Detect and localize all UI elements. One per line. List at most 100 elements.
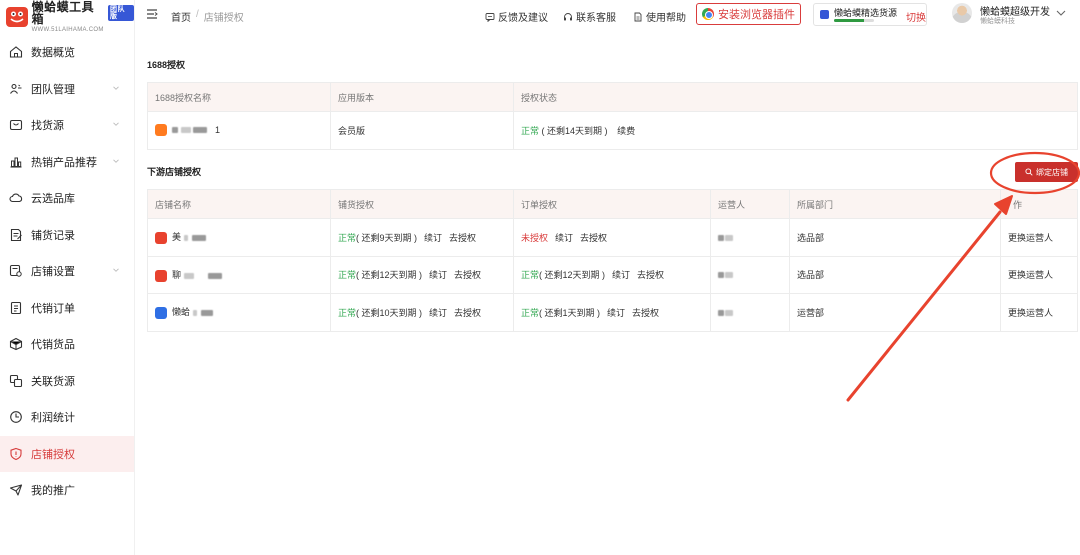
chevron-down-icon [113, 85, 119, 90]
support-link[interactable]: 联系客服 [563, 9, 616, 24]
col-header: 1688授权名称 [147, 82, 331, 112]
source-switch-button[interactable]: 切换 [906, 9, 926, 24]
order-auth-cell: 未授权 续订 去授权 [513, 218, 711, 257]
listing-note: ( 还剩9天到期 ) [356, 232, 418, 243]
sidebar-item-label: 找货源 [31, 120, 64, 133]
sidebar-item[interactable]: 我的推广 [0, 472, 134, 509]
search-icon [1025, 168, 1033, 176]
dept-cell: 选品部 [789, 218, 1001, 257]
listing-status: 正常 [338, 232, 357, 243]
renew-fee-link[interactable]: 续费 [617, 126, 635, 136]
promo-icon [9, 483, 23, 497]
chevron-down-icon[interactable] [1056, 9, 1066, 17]
dept-cell: 选品部 [789, 255, 1001, 294]
breadcrumb-separator: / [196, 9, 199, 20]
install-extension-button[interactable]: 安装浏览器插件 [696, 3, 801, 25]
source-progress-fill [834, 19, 864, 22]
sidebar-item[interactable]: 店铺授权 [0, 435, 134, 472]
sidebar-item[interactable]: 团队管理 [0, 71, 134, 108]
sidebar-item[interactable]: 找货源 [0, 107, 134, 144]
breadcrumb: 首页 / 店铺授权 [171, 9, 244, 24]
sidebar: 懒蛤蟆工具箱 团队版 WWW.51LAIHAMA.COM 数据概览 团队管理找货源热… [0, 0, 135, 555]
authorize-link[interactable]: 去授权 [454, 308, 481, 318]
listing-status: 正常 [338, 270, 357, 281]
source-name: 懒蛤蟆精选货源 [834, 8, 898, 18]
sidebar-item[interactable]: 利润统计 [0, 399, 134, 436]
chart-icon [9, 155, 23, 169]
auth1688-version: 会员版 [330, 111, 514, 150]
shop-icon [155, 232, 167, 245]
order-status: 未授权 [521, 232, 549, 243]
masked-text [208, 272, 223, 279]
shop-name-prefix: 美 [172, 232, 182, 243]
authorize-link[interactable]: 去授权 [580, 233, 607, 243]
renew-link[interactable]: 续订 [612, 270, 630, 280]
feedback-link[interactable]: 反馈及建议 [485, 9, 548, 24]
auth1688-name-suffix: 1 [215, 124, 221, 135]
shop-name-cell: 懒蛤 [147, 293, 331, 332]
app-root: 懒蛤蟆工具箱 团队版 WWW.51LAIHAMA.COM 数据概览 团队管理找货源热… [0, 0, 1080, 555]
source-selector[interactable]: 懒蛤蟆精选货源 切换 [813, 3, 927, 26]
menu-toggle-icon[interactable] [146, 8, 158, 20]
settings-icon [9, 264, 23, 278]
feedback-label: 反馈及建议 [498, 13, 548, 24]
change-operator-link[interactable]: 更换运营人 [1000, 255, 1078, 294]
sidebar-item-label: 云选品库 [31, 193, 75, 206]
shop-name-cell: 美 [147, 218, 331, 257]
authorize-link[interactable]: 去授权 [449, 233, 476, 243]
listing-auth-cell: 正常( 还剩12天到期 ) 续订 去授权 [330, 255, 514, 294]
avatar[interactable] [952, 3, 972, 23]
listing-note: ( 还剩12天到期 ) [356, 270, 423, 281]
bind-shop-button[interactable]: 绑定店铺 [1015, 162, 1078, 182]
authorize-link[interactable]: 去授权 [454, 270, 481, 280]
masked-text [718, 309, 724, 316]
table-row: 1 会员版 正常 ( 还剩14天到期 ) 续费 [147, 111, 1078, 150]
operator-cell [710, 218, 790, 257]
sidebar-item-label: 铺货记录 [31, 229, 75, 242]
renew-link[interactable]: 续订 [555, 233, 573, 243]
feedback-icon [485, 12, 495, 22]
sidebar-item-label: 利润统计 [31, 412, 75, 425]
table-row: 美正常( 还剩9天到期 ) 续订 去授权 未授权 续订 去授权 选品部 更换运营人 [147, 218, 1078, 257]
authorize-link[interactable]: 去授权 [632, 308, 659, 318]
renew-link[interactable]: 续订 [424, 233, 442, 243]
order-auth-cell: 正常( 还剩1天到期 ) 续订 去授权 [513, 293, 711, 332]
renew-link[interactable]: 续订 [607, 308, 625, 318]
col-header: 店铺名称 [147, 189, 331, 219]
sidebar-item[interactable]: 店铺设置 [0, 253, 134, 290]
sidebar-item-label: 关联货源 [31, 375, 75, 388]
box-icon [9, 118, 23, 132]
change-operator-link[interactable]: 更换运营人 [1000, 218, 1078, 257]
masked-text [718, 272, 724, 279]
sidebar-item[interactable]: 云选品库 [0, 180, 134, 217]
goods-icon [9, 337, 23, 351]
col-header: 铺货授权 [330, 189, 514, 219]
shops-table-body: 美正常( 还剩9天到期 ) 续订 去授权 未授权 续订 去授权 选品部 更换运营人聊正常( 还… [147, 218, 1078, 332]
sidebar-item[interactable]: 热销产品推荐 [0, 144, 134, 181]
masked-text [725, 234, 733, 241]
table-header-row: 1688授权名称 应用版本 授权状态 [147, 82, 1078, 112]
help-link[interactable]: 使用帮助 [633, 9, 686, 24]
sidebar-item[interactable]: 代销订单 [0, 290, 134, 327]
cloud-icon [9, 191, 23, 205]
col-header: 应用版本 [330, 82, 514, 112]
sidebar-item[interactable]: 代销货品 [0, 326, 134, 363]
sidebar-item[interactable]: 数据概览 [0, 34, 134, 71]
renew-link[interactable]: 续订 [429, 308, 447, 318]
user-org: 懒蛤蟆科技 [980, 18, 1015, 25]
listing-auth-cell: 正常( 还剩9天到期 ) 续订 去授权 [330, 218, 514, 257]
authorize-link[interactable]: 去授权 [637, 270, 664, 280]
logo[interactable]: 懒蛤蟆工具箱 团队版 WWW.51LAIHAMA.COM [0, 0, 134, 34]
renew-link[interactable]: 续订 [429, 270, 447, 280]
masked-text [192, 127, 207, 134]
operator-cell [710, 293, 790, 332]
headset-icon [564, 12, 572, 20]
sidebar-item[interactable]: 铺货记录 [0, 217, 134, 254]
team-icon [9, 82, 23, 96]
masked-text [725, 272, 733, 279]
shop-name-cell: 聊 [147, 255, 331, 294]
listing-auth-cell: 正常( 还剩10天到期 ) 续订 去授权 [330, 293, 514, 332]
sidebar-item[interactable]: 关联货源 [0, 363, 134, 400]
breadcrumb-home[interactable]: 首页 [171, 9, 191, 24]
change-operator-link[interactable]: 更换运营人 [1000, 293, 1078, 332]
